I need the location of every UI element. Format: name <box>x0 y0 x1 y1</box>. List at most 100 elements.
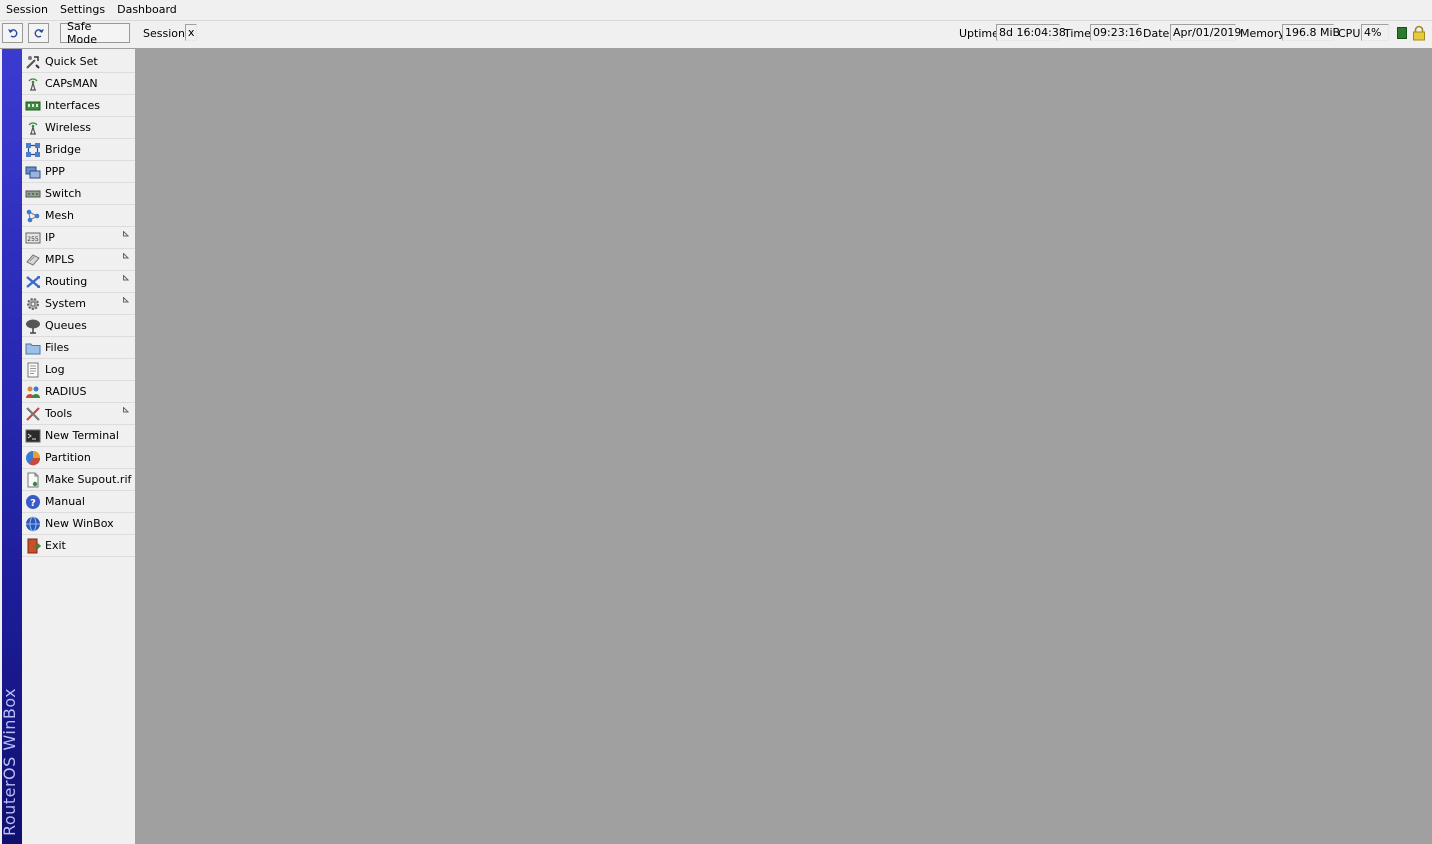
sidebar-item-label: Queues <box>45 319 87 332</box>
brand-bar: RouterOS WinBox <box>2 49 22 844</box>
submenu-arrow-icon <box>123 231 129 237</box>
sidebar-item-system[interactable]: System <box>22 293 135 315</box>
sidebar-item-label: Interfaces <box>45 99 100 112</box>
document-icon <box>27 472 39 487</box>
sidebar-item-label: Quick Set <box>45 55 98 68</box>
workspace-area[interactable] <box>136 49 1432 844</box>
undo-button[interactable] <box>2 23 23 43</box>
sidebar-item-tools[interactable]: Tools <box>22 403 135 425</box>
terminal-icon <box>25 429 41 442</box>
safe-mode-button[interactable]: Safe Mode <box>60 20 130 46</box>
sidebar-item-capsman[interactable]: CAPsMAN <box>22 73 135 95</box>
quick-set-icon <box>26 55 40 69</box>
menu-settings[interactable]: Settings <box>54 0 111 20</box>
routing-icon <box>26 275 40 288</box>
sidebar-item-exit[interactable]: Exit <box>22 535 135 557</box>
users-icon <box>26 386 40 398</box>
sidebar-item-label: RADIUS <box>45 385 87 398</box>
svg-text:255: 255 <box>27 236 39 243</box>
sidebar-item-label: New WinBox <box>45 517 114 530</box>
cpu-field: 4% <box>1361 24 1389 41</box>
bridge-icon <box>26 142 40 157</box>
lock-icon[interactable] <box>1412 25 1426 41</box>
memory-label: Memory: <box>1240 27 1288 40</box>
log-icon <box>27 362 39 377</box>
sidebar-item-switch[interactable]: Switch <box>22 183 135 205</box>
toolbar: Safe Mode Session: x Uptime: 8d 16:04:38… <box>0 20 1432 49</box>
exit-icon <box>27 538 41 553</box>
sidebar-item-label: CAPsMAN <box>45 77 98 90</box>
sidebar-item-label: Switch <box>45 187 82 200</box>
time-field: 09:23:16 <box>1090 24 1142 41</box>
sidebar-item-label: Routing <box>45 275 88 288</box>
submenu-arrow-icon <box>123 275 129 281</box>
sidebar-item-radius[interactable]: RADIUS <box>22 381 135 403</box>
sidebar-item-mpls[interactable]: MPLS <box>22 249 135 271</box>
sidebar-item-label: Partition <box>45 451 91 464</box>
sidebar-item-partition[interactable]: Partition <box>22 447 135 469</box>
submenu-arrow-icon <box>123 297 129 303</box>
brand-title: RouterOS WinBox <box>2 687 19 836</box>
session-label: Session: <box>143 27 189 40</box>
menu-session[interactable]: Session <box>0 0 54 20</box>
sidebar-item-label: Make Supout.rif <box>45 473 132 486</box>
folder-icon <box>25 343 41 354</box>
session-field: x <box>185 24 197 41</box>
antenna-icon <box>28 121 38 135</box>
sidebar-item-label: Wireless <box>45 121 92 134</box>
help-icon: ? <box>26 494 40 509</box>
submenu-arrow-icon <box>123 407 129 413</box>
ppp-icon <box>25 166 41 178</box>
sidebar-item-interfaces[interactable]: Interfaces <box>22 95 135 117</box>
sidebar-item-label: Mesh <box>45 209 74 222</box>
antenna-icon <box>28 77 38 91</box>
sidebar-item-label: IP <box>45 231 55 244</box>
interfaces-icon <box>25 101 41 110</box>
menu-dashboard[interactable]: Dashboard <box>111 0 183 20</box>
sidebar-item-label: Manual <box>45 495 85 508</box>
date-field: Apr/01/2019 <box>1170 24 1241 41</box>
sidebar-item-label: Log <box>45 363 65 376</box>
submenu-arrow-icon <box>123 253 129 259</box>
sidebar-item-queues[interactable]: Queues <box>22 315 135 337</box>
redo-button[interactable] <box>28 23 49 43</box>
sidebar-item-new-terminal[interactable]: New Terminal <box>22 425 135 447</box>
sidebar-item-label: New Terminal <box>45 429 119 442</box>
sidebar-item-log[interactable]: Log <box>22 359 135 381</box>
pie-chart-icon <box>26 450 41 465</box>
sidebar-item-quick-set[interactable]: Quick Set <box>22 51 135 73</box>
sidebar-item-label: Files <box>45 341 70 354</box>
sidebar-item-routing[interactable]: Routing <box>22 271 135 293</box>
sidebar-item-manual[interactable]: ? Manual <box>22 491 135 513</box>
sidebar-item-bridge[interactable]: Bridge <box>22 139 135 161</box>
sidebar-item-mesh[interactable]: Mesh <box>22 205 135 227</box>
mesh-icon <box>26 209 40 222</box>
gear-icon <box>27 297 39 310</box>
sidebar-item-new-winbox[interactable]: New WinBox <box>22 513 135 535</box>
date-label: Date: <box>1143 27 1173 40</box>
svg-text:?: ? <box>30 498 36 509</box>
menu-bar: Session Settings Dashboard <box>0 0 1432 21</box>
sidebar-item-ip[interactable]: 255 IP <box>22 227 135 249</box>
sidebar-item-ppp[interactable]: PPP <box>22 161 135 183</box>
sidebar-item-label: PPP <box>45 165 65 178</box>
status-indicator-icon <box>1397 27 1407 39</box>
queues-icon <box>26 319 40 334</box>
sidebar-item-make-supout[interactable]: Make Supout.rif <box>22 469 135 491</box>
sidebar-menu: Quick Set CAPsMAN Interfaces Wireless Br… <box>22 49 136 844</box>
sidebar-item-wireless[interactable]: Wireless <box>22 117 135 139</box>
redo-icon <box>34 29 44 38</box>
ip-icon: 255 <box>25 232 41 243</box>
sidebar-item-label: Exit <box>45 539 66 552</box>
sidebar-item-label: Bridge <box>45 143 81 156</box>
memory-field: 196.8 MiB <box>1282 24 1340 41</box>
globe-icon <box>26 516 40 531</box>
sidebar-item-label: System <box>45 297 87 310</box>
mpls-icon <box>26 253 40 266</box>
switch-icon <box>25 190 41 197</box>
sidebar-item-label: Tools <box>45 407 73 420</box>
uptime-field: 8d 16:04:38 <box>996 24 1066 41</box>
tools-icon <box>26 406 40 421</box>
undo-icon <box>7 29 17 38</box>
sidebar-item-files[interactable]: Files <box>22 337 135 359</box>
